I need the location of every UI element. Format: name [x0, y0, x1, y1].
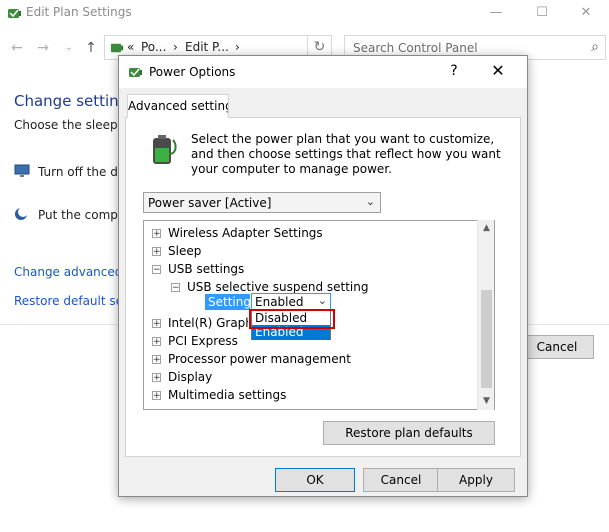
dialog-title: Power Options: [149, 65, 236, 79]
tree-item-label: PCI Express: [168, 334, 238, 348]
collapse-icon[interactable]: −: [152, 265, 161, 275]
tree-item-usb-settings[interactable]: − USB settings: [144, 261, 484, 279]
put-computer-to-sleep-label: Put the comput: [38, 208, 131, 222]
power-options-icon: [8, 9, 21, 18]
collapse-icon[interactable]: −: [171, 283, 180, 293]
power-plan-value: Power saver [Active]: [148, 196, 272, 210]
power-plan-select[interactable]: Power saver [Active] ⌄: [143, 192, 381, 213]
help-button[interactable]: ?: [443, 60, 465, 82]
address-segment[interactable]: Edit P...: [185, 40, 229, 54]
tree-scrollbar[interactable]: ▲ ▼: [477, 220, 494, 410]
chevron-down-icon: ⌄: [317, 294, 327, 307]
address-chevron[interactable]: «: [127, 40, 134, 54]
tree-item-sleep[interactable]: + Sleep: [144, 243, 484, 261]
window-title: Edit Plan Settings: [26, 5, 132, 19]
search-icon[interactable]: ⌕: [591, 39, 599, 55]
tree-item-wireless-adapter[interactable]: + Wireless Adapter Settings: [144, 225, 484, 243]
page-heading: Change setting: [14, 92, 129, 110]
close-button[interactable]: ✕: [563, 0, 609, 26]
tree-item-processor-power[interactable]: + Processor power management: [144, 351, 484, 369]
expand-icon[interactable]: +: [152, 337, 161, 347]
title-bar: Edit Plan Settings — ☐ ✕: [0, 0, 609, 26]
tree-item-label: USB settings: [168, 262, 245, 276]
battery-plug-icon: [153, 135, 177, 164]
tree-item-label: Wireless Adapter Settings: [168, 226, 323, 240]
minimize-button[interactable]: —: [473, 0, 519, 26]
sleep-moon-icon: [15, 207, 28, 220]
recent-locations-chevron-icon[interactable]: ⌄: [60, 39, 78, 57]
tree-item-label: Multimedia settings: [168, 388, 287, 402]
address-separator: ›: [173, 40, 178, 54]
tree-item-label: Display: [168, 370, 213, 384]
cancel-button[interactable]: Cancel: [520, 335, 594, 359]
power-options-icon: [129, 68, 142, 77]
apply-button[interactable]: Apply: [437, 468, 515, 492]
power-options-icon: [110, 43, 124, 53]
expand-icon[interactable]: +: [152, 391, 161, 401]
tree-item-label: USB selective suspend setting: [187, 280, 369, 294]
intro-text: Select the power plan that you want to c…: [191, 132, 501, 176]
tree-item-label: Processor power management: [168, 352, 351, 366]
address-segment[interactable]: Po...: [141, 40, 166, 54]
power-options-dialog: Power Options ? ✕ Advanced settings Sele…: [118, 55, 528, 497]
chevron-down-icon: ⌄: [365, 195, 375, 208]
tree-item-label: Sleep: [168, 244, 202, 258]
monitor-icon: [14, 164, 30, 177]
forward-arrow-icon[interactable]: →: [34, 39, 52, 57]
address-separator: ›: [235, 40, 240, 54]
tree-item-multimedia[interactable]: + Multimedia settings: [144, 387, 484, 405]
ok-button[interactable]: OK: [275, 468, 355, 492]
expand-icon[interactable]: +: [152, 319, 161, 329]
expand-icon[interactable]: +: [152, 373, 161, 383]
scrollbar-thumb[interactable]: [481, 290, 492, 388]
expand-icon[interactable]: +: [152, 229, 161, 239]
expand-icon[interactable]: +: [152, 355, 161, 365]
change-advanced-settings-link[interactable]: Change advanced p: [14, 265, 134, 279]
tree-item-label: Intel(R) Graphics Settings: [168, 316, 248, 330]
highlight-box: [249, 309, 335, 329]
turn-off-display-label: Turn off the dis: [38, 165, 128, 179]
search-input[interactable]: Search Control Panel: [353, 41, 478, 55]
tab-advanced-settings[interactable]: Advanced settings: [127, 94, 229, 118]
setting-select[interactable]: Enabled ⌄: [251, 293, 331, 310]
scroll-down-arrow-icon[interactable]: ▼: [478, 393, 495, 410]
tree-item-display[interactable]: + Display: [144, 369, 484, 387]
dialog-title-bar: Power Options ? ✕: [119, 56, 527, 88]
restore-plan-defaults-button[interactable]: Restore plan defaults: [323, 421, 495, 445]
setting-value: Enabled: [255, 295, 304, 309]
up-arrow-icon[interactable]: ↑: [82, 39, 100, 57]
setting-label: Setting:: [205, 294, 250, 310]
expand-icon[interactable]: +: [152, 247, 161, 257]
maximize-button[interactable]: ☐: [519, 0, 565, 26]
close-button[interactable]: ✕: [481, 60, 515, 82]
cancel-button[interactable]: Cancel: [363, 468, 439, 492]
back-arrow-icon[interactable]: ←: [8, 39, 26, 57]
scroll-up-arrow-icon[interactable]: ▲: [478, 220, 495, 237]
